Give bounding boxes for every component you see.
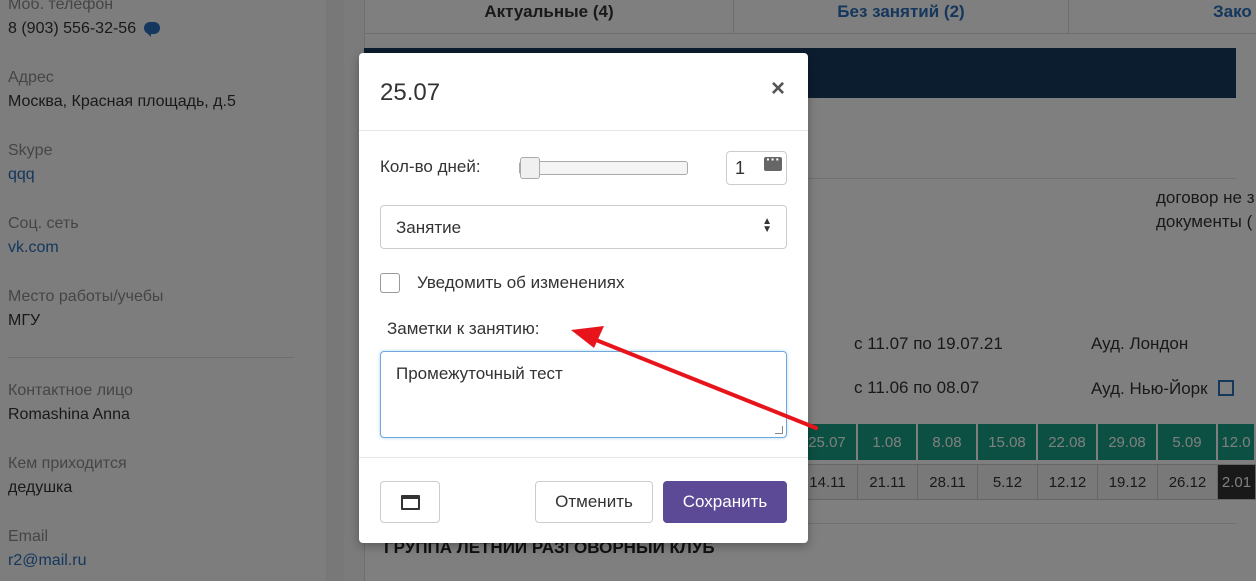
notes-text: Промежуточный тест bbox=[396, 364, 563, 383]
close-button[interactable]: × bbox=[764, 75, 792, 103]
days-slider-thumb[interactable] bbox=[520, 157, 540, 179]
window-icon bbox=[401, 495, 420, 510]
modal-title: 25.07 bbox=[380, 79, 441, 106]
keypad-icon[interactable] bbox=[764, 151, 782, 171]
select-arrows-icon: ▲ ▼ bbox=[762, 216, 772, 235]
notify-label[interactable]: Уведомить об изменениях bbox=[417, 273, 624, 293]
days-count-label: Кол-во дней: bbox=[380, 157, 481, 176]
resize-handle-icon[interactable] bbox=[775, 426, 783, 434]
cancel-button[interactable]: Отменить bbox=[535, 481, 653, 523]
modal-footer-divider bbox=[359, 457, 808, 458]
notes-textarea[interactable]: Промежуточный тест bbox=[380, 351, 787, 438]
save-button[interactable]: Сохранить bbox=[663, 481, 787, 523]
notify-checkbox[interactable] bbox=[380, 273, 400, 293]
notes-label: Заметки к занятию: bbox=[387, 319, 540, 338]
lesson-type-value: Занятие bbox=[396, 218, 462, 237]
lesson-modal: 25.07 × Кол-во дней: 1 Занятие ▲▼ Уведом… bbox=[359, 53, 808, 543]
window-toggle-button[interactable] bbox=[380, 481, 440, 523]
days-slider-track[interactable] bbox=[519, 161, 688, 175]
modal-header: 25.07 × bbox=[359, 53, 808, 131]
lesson-type-select[interactable]: Занятие ▲ ▼ bbox=[380, 205, 787, 249]
